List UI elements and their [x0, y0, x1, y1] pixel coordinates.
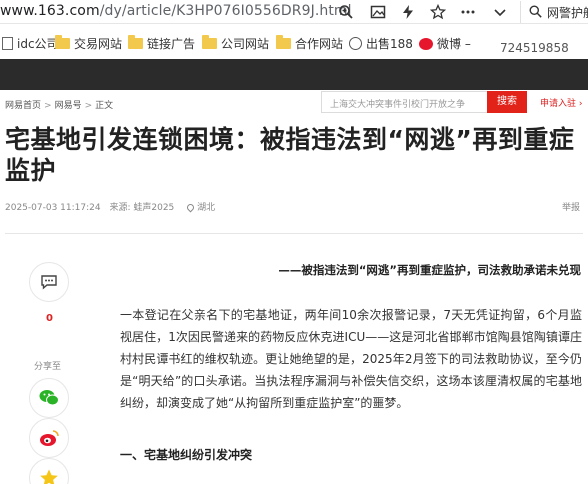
- browser-search-text: 网警护航: [547, 6, 588, 20]
- comment-count[interactable]: 0: [46, 313, 53, 324]
- bookmark-label: idc公司: [17, 37, 59, 51]
- browser-search-box[interactable]: 网警护航: [520, 1, 588, 23]
- comment-icon: [41, 275, 57, 290]
- breadcrumb: 网易首页 > 网易号 > 正文: [5, 98, 113, 111]
- address-bar[interactable]: www.163.com/dy/article/K3HP076I0556DR9J.…: [0, 0, 588, 24]
- share-weibo-button[interactable]: [29, 418, 69, 458]
- breadcrumb-separator: >: [44, 101, 52, 111]
- article-source[interactable]: 来源: 蛙声2025: [109, 203, 174, 213]
- zoom-icon[interactable]: [336, 2, 356, 22]
- bookmark-label: 交易网站: [74, 37, 123, 51]
- wechat-icon: [39, 390, 59, 406]
- bookmark-label: 公司网站: [221, 37, 270, 51]
- article-title: 宅基地引发连锁困境：被指违法到“网逃”再到重症监护: [5, 125, 575, 185]
- article-subhead: ——被指违法到“网逃”再到重症监护，司法救助承诺未兑现: [278, 263, 581, 277]
- comment-button[interactable]: [29, 262, 69, 302]
- qzone-star-icon: [40, 469, 58, 484]
- bookmark-weibo[interactable]: 微博 –: [419, 35, 471, 52]
- article-location: 湖北: [197, 203, 216, 213]
- bookmark-label: 出售188: [366, 37, 413, 51]
- url-path: /dy/article/K3HP076I0556DR9J.html: [99, 3, 352, 19]
- document-icon: [2, 37, 13, 50]
- apply-label: 申请入驻: [540, 99, 577, 109]
- weibo-icon: [40, 430, 59, 446]
- breadcrumb-section[interactable]: 网易号: [55, 101, 82, 111]
- lightning-icon[interactable]: [398, 2, 418, 22]
- image-icon[interactable]: [368, 2, 388, 22]
- bookmark-sale-188[interactable]: 出售188: [349, 35, 413, 52]
- search-icon: [529, 5, 542, 18]
- site-search-input[interactable]: 上海交大冲突事件引校门开放之争: [321, 91, 488, 113]
- weibo-icon: [419, 37, 433, 50]
- star-icon[interactable]: [428, 2, 448, 22]
- share-wechat-button[interactable]: [29, 378, 69, 418]
- tooltip-number: 724519858: [500, 41, 569, 55]
- bookmark-link-ads[interactable]: 链接广告: [128, 35, 195, 52]
- publish-date: 2025-07-03 11:17:24: [5, 203, 101, 213]
- article-meta: 2025-07-03 11:17:24 来源: 蛙声2025 湖北: [5, 200, 221, 213]
- bookmark-label: 微博 –: [437, 37, 471, 51]
- chevron-down-icon[interactable]: [490, 2, 510, 22]
- share-qzone-button[interactable]: [29, 458, 69, 484]
- url-host: www.163.com: [0, 3, 100, 19]
- site-search-button[interactable]: 搜索: [487, 91, 527, 113]
- divider: [5, 233, 583, 234]
- globe-icon: [349, 37, 362, 50]
- report-link[interactable]: 举报: [562, 200, 580, 213]
- apply-join-link[interactable]: 申请入驻 ›: [540, 96, 582, 109]
- url-text[interactable]: www.163.com/dy/article/K3HP076I0556DR9J.…: [0, 3, 352, 19]
- breadcrumb-current: 正文: [95, 101, 114, 111]
- folder-icon: [202, 35, 217, 49]
- more-icon[interactable]: [458, 2, 478, 22]
- breadcrumb-home[interactable]: 网易首页: [5, 101, 41, 111]
- folder-icon: [128, 35, 143, 49]
- bookmark-idc[interactable]: idc公司: [2, 35, 59, 52]
- bookmark-trade-sites[interactable]: 交易网站: [55, 35, 122, 52]
- share-label: 分享至: [34, 362, 62, 372]
- folder-icon: [55, 35, 70, 49]
- folder-icon: [276, 35, 291, 49]
- section-heading: 一、宅基地纠纷引发冲突: [120, 448, 253, 462]
- bookmark-partner-sites[interactable]: 合作网站: [276, 35, 343, 52]
- bookmark-label: 合作网站: [295, 37, 344, 51]
- site-nav-bar: [0, 59, 588, 90]
- breadcrumb-separator: >: [84, 101, 93, 111]
- bookmark-label: 链接广告: [147, 37, 196, 51]
- article-paragraph: 一本登记在父亲名下的宅基地证，两年间10余次报警记录，7天无凭证拘留，6个月监视…: [120, 308, 582, 410]
- bookmark-company-sites[interactable]: 公司网站: [202, 35, 269, 52]
- location-pin-icon: [185, 202, 196, 213]
